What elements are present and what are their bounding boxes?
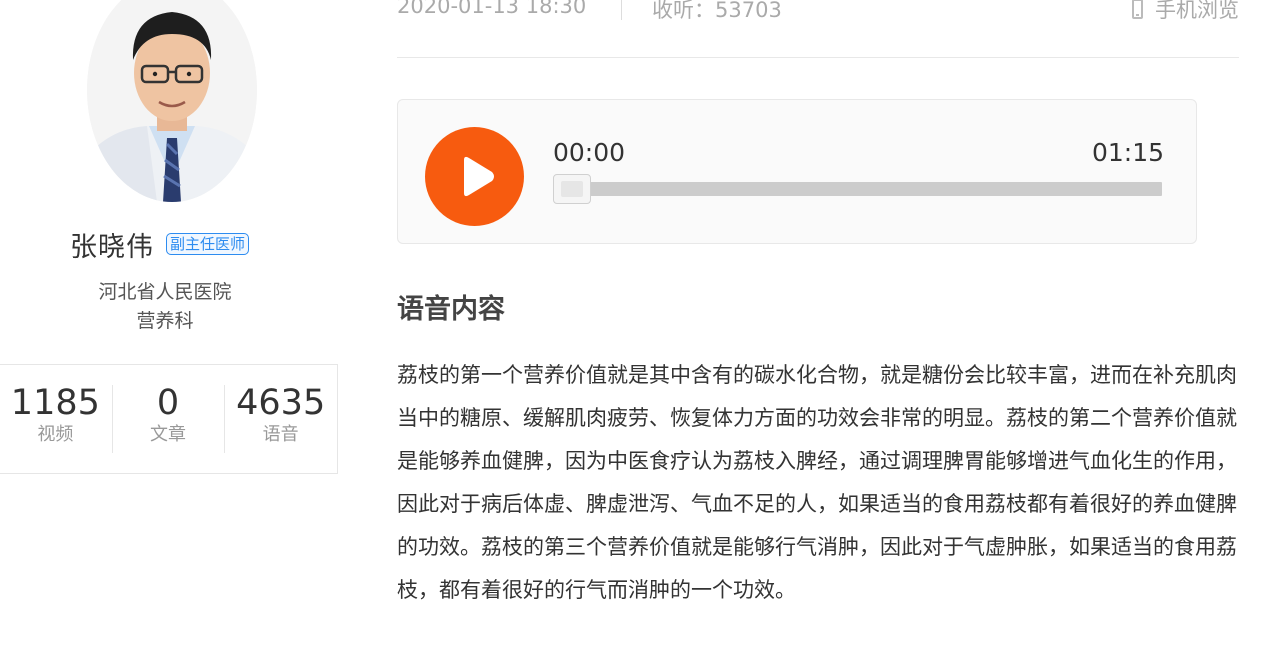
doctor-department[interactable]: 营养科 — [0, 309, 330, 333]
play-button[interactable] — [425, 127, 524, 226]
progress-bar[interactable] — [556, 182, 1162, 196]
doctor-avatar[interactable] — [87, 0, 257, 202]
stat-videos-count: 1185 — [10, 383, 100, 423]
post-date: 2020-01-13 18:30 — [397, 0, 587, 18]
progress-handle[interactable] — [553, 174, 591, 204]
post-meta: 2020-01-13 18:30 收听：53703 手机浏览 — [397, 0, 1239, 24]
stat-articles[interactable]: 0 文章 — [111, 365, 225, 473]
doctor-name-row: 张晓伟 副主任医师 — [70, 225, 250, 264]
stat-audio[interactable]: 4635 语音 — [224, 365, 337, 473]
audio-transcript: 荔枝的第一个营养价值就是其中含有的碳水化合物，就是糖份会比较丰富，进而在补充肌肉… — [397, 363, 1237, 602]
stat-articles-count: 0 — [156, 383, 180, 423]
doctor-hospital[interactable]: 河北省人民医院 — [0, 280, 330, 304]
section-title: 语音内容 — [397, 294, 505, 325]
total-time: 01:15 — [1091, 138, 1164, 167]
stat-articles-label: 文章 — [150, 424, 186, 445]
doctor-stats: 1185 视频 0 文章 4635 语音 — [0, 364, 338, 474]
phone-icon — [1132, 0, 1143, 19]
mobile-view-label: 手机浏览 — [1155, 0, 1239, 22]
audio-player: 00:00 01:15 — [397, 99, 1197, 244]
stat-videos[interactable]: 1185 视频 — [0, 365, 112, 473]
play-count: 收听：53703 — [652, 0, 782, 22]
meta-divider — [621, 0, 622, 20]
doctor-name[interactable]: 张晓伟 — [70, 225, 154, 264]
meta-divider-line — [397, 57, 1239, 58]
stat-videos-label: 视频 — [37, 424, 74, 445]
doctor-title-badge: 副主任医师 — [166, 233, 250, 255]
doctor-photo — [87, 0, 257, 202]
stat-audio-label: 语音 — [262, 424, 299, 445]
current-time: 00:00 — [553, 138, 626, 167]
mobile-view-link[interactable]: 手机浏览 — [1132, 0, 1239, 24]
play-icon — [464, 156, 494, 197]
stat-audio-count: 4635 — [236, 383, 326, 423]
